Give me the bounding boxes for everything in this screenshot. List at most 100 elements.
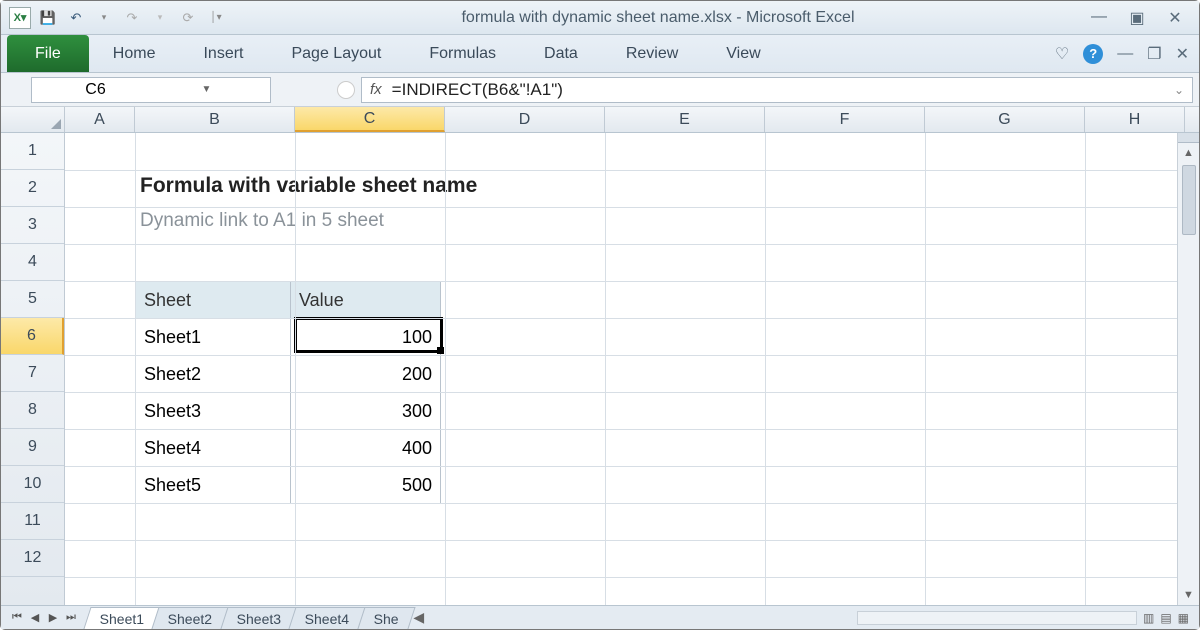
table-header-sheet[interactable]: Sheet bbox=[136, 282, 291, 319]
sheet-tab-sheet4[interactable]: Sheet4 bbox=[289, 607, 367, 629]
cancel-formula-icon[interactable] bbox=[337, 81, 355, 99]
row-header-3[interactable]: 3 bbox=[1, 207, 64, 244]
formula-input-area[interactable]: fx =INDIRECT(B6&"!A1") ⌄ bbox=[361, 77, 1193, 103]
cell-sheet[interactable]: Sheet3 bbox=[136, 393, 291, 430]
table-row[interactable]: Sheet3300 bbox=[136, 393, 441, 430]
undo-icon[interactable]: ↶ bbox=[65, 7, 87, 29]
horizontal-scrollbar[interactable] bbox=[857, 611, 1137, 625]
column-header-E[interactable]: E bbox=[605, 107, 765, 132]
sheet-tab-bar: ⏮ ◀ ▶ ⏭ Sheet1Sheet2Sheet3Sheet4She ◀ ▥ … bbox=[1, 605, 1199, 629]
column-header-B[interactable]: B bbox=[135, 107, 295, 132]
undo-dropdown-icon[interactable]: ▾ bbox=[93, 7, 115, 29]
row-header-10[interactable]: 10 bbox=[1, 466, 64, 503]
table-row[interactable]: Sheet2200 bbox=[136, 356, 441, 393]
maximize-icon[interactable]: ▣ bbox=[1127, 8, 1147, 28]
repeat-icon[interactable]: ⟳ bbox=[177, 7, 199, 29]
sheet-nav-last-icon[interactable]: ⏭ bbox=[63, 611, 79, 624]
excel-logo-icon[interactable]: X▾ bbox=[9, 7, 31, 29]
save-icon[interactable]: 💾 bbox=[37, 7, 59, 29]
table-row[interactable]: Sheet5500 bbox=[136, 467, 441, 504]
row-header-9[interactable]: 9 bbox=[1, 429, 64, 466]
cell-sheet[interactable]: Sheet1 bbox=[136, 319, 291, 356]
formula-bar: C6 ▼ fx =INDIRECT(B6&"!A1") ⌄ bbox=[1, 73, 1199, 107]
workbook-minimize-icon[interactable]: ― bbox=[1117, 45, 1133, 63]
sheet-nav-next-icon[interactable]: ▶ bbox=[45, 611, 61, 624]
sheet-tab-sheet1[interactable]: Sheet1 bbox=[83, 607, 161, 629]
workbook-restore-icon[interactable]: ❐ bbox=[1147, 44, 1161, 64]
cell-value[interactable]: 300 bbox=[291, 393, 441, 430]
vertical-scrollbar[interactable]: ▲ ▼ bbox=[1177, 133, 1199, 605]
row-header-5[interactable]: 5 bbox=[1, 281, 64, 318]
column-header-A[interactable]: A bbox=[65, 107, 135, 132]
row-header-7[interactable]: 7 bbox=[1, 355, 64, 392]
title-bar: X▾ 💾 ↶ ▾ ↷ ▾ ⟳ │▾ formula with dynamic s… bbox=[1, 1, 1199, 35]
ribbon-minimize-icon[interactable]: ♡ bbox=[1055, 44, 1069, 64]
qat-customize-icon[interactable]: │▾ bbox=[205, 7, 227, 29]
page-layout-view-icon[interactable]: ▤ bbox=[1160, 611, 1171, 625]
split-handle-icon[interactable] bbox=[1178, 133, 1199, 143]
column-header-F[interactable]: F bbox=[765, 107, 925, 132]
name-box-dropdown-icon[interactable]: ▼ bbox=[151, 84, 262, 95]
sheet-tab-sheet3[interactable]: Sheet3 bbox=[220, 607, 298, 629]
cells-area[interactable]: Formula with variable sheet name Dynamic… bbox=[65, 133, 1199, 605]
sheet-subtitle: Dynamic link to A1 in 5 sheet bbox=[140, 210, 384, 232]
expand-formula-bar-icon[interactable]: ⌄ bbox=[1174, 83, 1184, 97]
scroll-up-icon[interactable]: ▲ bbox=[1183, 143, 1194, 163]
row-header-6[interactable]: 6 bbox=[1, 318, 64, 355]
column-header-G[interactable]: G bbox=[925, 107, 1085, 132]
cell-value[interactable]: 500 bbox=[291, 467, 441, 504]
window-controls: ― ▣ ✕ bbox=[1089, 8, 1191, 28]
sheet-tab-she[interactable]: She bbox=[357, 607, 415, 629]
cell-sheet[interactable]: Sheet4 bbox=[136, 430, 291, 467]
name-box[interactable]: C6 ▼ bbox=[31, 77, 271, 103]
cell-value[interactable]: 400 bbox=[291, 430, 441, 467]
column-header-H[interactable]: H bbox=[1085, 107, 1185, 132]
tab-home[interactable]: Home bbox=[89, 35, 180, 72]
cell-value[interactable]: 200 bbox=[291, 356, 441, 393]
tab-review[interactable]: Review bbox=[602, 35, 702, 72]
select-all-corner[interactable] bbox=[1, 107, 65, 132]
sheet-tab-sheet2[interactable]: Sheet2 bbox=[152, 607, 230, 629]
file-tab[interactable]: File bbox=[7, 35, 89, 72]
help-icon[interactable]: ? bbox=[1083, 44, 1103, 64]
sheet-title: Formula with variable sheet name bbox=[140, 174, 477, 198]
close-icon[interactable]: ✕ bbox=[1165, 8, 1185, 28]
column-header-C[interactable]: C bbox=[295, 107, 445, 132]
page-break-view-icon[interactable]: ▦ bbox=[1178, 611, 1189, 625]
worksheet-grid: ABCDEFGH 123456789101112 Formula with va… bbox=[1, 107, 1199, 605]
redo-dropdown-icon[interactable]: ▾ bbox=[149, 7, 171, 29]
row-headers: 123456789101112 bbox=[1, 133, 65, 605]
sheet-nav: ⏮ ◀ ▶ ⏭ bbox=[9, 611, 79, 624]
row-header-8[interactable]: 8 bbox=[1, 392, 64, 429]
table-row[interactable]: Sheet4400 bbox=[136, 430, 441, 467]
row-header-12[interactable]: 12 bbox=[1, 540, 64, 577]
cell-value[interactable]: 100 bbox=[291, 319, 441, 356]
tab-insert[interactable]: Insert bbox=[179, 35, 267, 72]
row-header-4[interactable]: 4 bbox=[1, 244, 64, 281]
column-header-D[interactable]: D bbox=[445, 107, 605, 132]
cell-sheet[interactable]: Sheet2 bbox=[136, 356, 291, 393]
redo-icon[interactable]: ↷ bbox=[121, 7, 143, 29]
sheet-tabs-scroll-icon[interactable]: ◀ bbox=[413, 609, 424, 626]
cell-sheet[interactable]: Sheet5 bbox=[136, 467, 291, 504]
tab-view[interactable]: View bbox=[702, 35, 784, 72]
tab-data[interactable]: Data bbox=[520, 35, 602, 72]
column-headers: ABCDEFGH bbox=[1, 107, 1199, 133]
row-header-2[interactable]: 2 bbox=[1, 170, 64, 207]
row-header-1[interactable]: 1 bbox=[1, 133, 64, 170]
name-box-value: C6 bbox=[40, 81, 151, 99]
sheet-nav-prev-icon[interactable]: ◀ bbox=[27, 611, 43, 624]
formula-text[interactable]: =INDIRECT(B6&"!A1") bbox=[392, 80, 1164, 100]
scroll-thumb[interactable] bbox=[1182, 165, 1196, 235]
tab-formulas[interactable]: Formulas bbox=[405, 35, 520, 72]
minimize-icon[interactable]: ― bbox=[1089, 8, 1109, 28]
scroll-down-icon[interactable]: ▼ bbox=[1183, 585, 1194, 605]
tab-page-layout[interactable]: Page Layout bbox=[267, 35, 405, 72]
normal-view-icon[interactable]: ▥ bbox=[1143, 611, 1154, 625]
table-header-value[interactable]: Value bbox=[291, 282, 441, 319]
fx-icon[interactable]: fx bbox=[370, 81, 382, 98]
table-row[interactable]: Sheet1100 bbox=[136, 319, 441, 356]
sheet-nav-first-icon[interactable]: ⏮ bbox=[9, 611, 25, 624]
row-header-11[interactable]: 11 bbox=[1, 503, 64, 540]
workbook-close-icon[interactable]: ✕ bbox=[1176, 44, 1189, 64]
